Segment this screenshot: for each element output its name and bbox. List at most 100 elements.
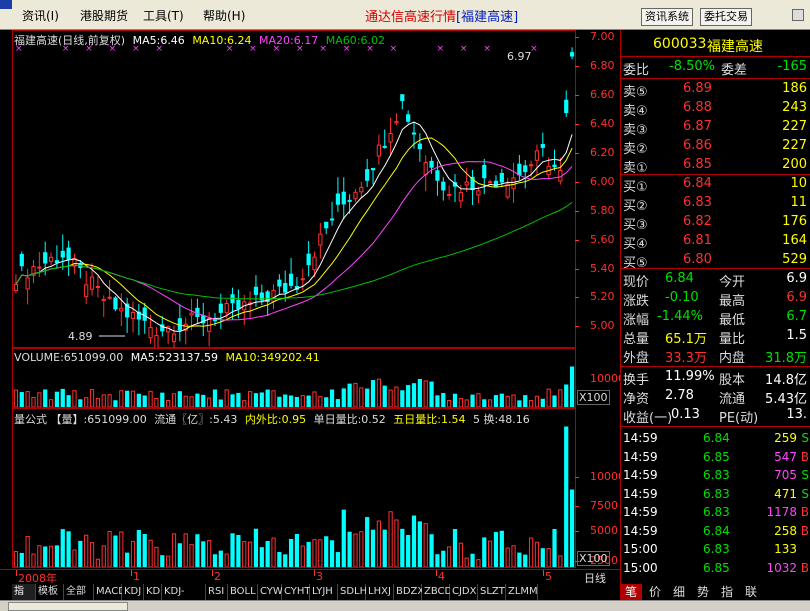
candle[interactable] [201, 302, 206, 337]
trade-row[interactable]: 15:00 6.83 133 [621, 541, 810, 559]
menu-tools[interactable]: 工具(T) [143, 7, 184, 24]
quote-tab[interactable]: 指 [716, 584, 738, 600]
sell-order-row[interactable]: 卖② 6.86 227 [621, 138, 810, 157]
candle[interactable] [195, 298, 200, 324]
scrollbar-thumb[interactable] [8, 602, 128, 611]
candle[interactable] [376, 134, 381, 165]
candle[interactable] [488, 179, 493, 184]
candle[interactable] [25, 268, 30, 305]
indicator-tab[interactable]: CYHT [282, 584, 311, 600]
candle[interactable] [464, 167, 469, 193]
candle[interactable] [552, 149, 557, 171]
quote-tab[interactable]: 联 [740, 584, 762, 600]
indicator-tab[interactable]: KDJ-TDX [162, 584, 206, 611]
buy-order-row[interactable]: 买① 6.84 10 [621, 176, 810, 195]
candle[interactable] [452, 174, 458, 203]
candle[interactable] [66, 240, 71, 277]
quote-tab[interactable]: 价 [644, 584, 666, 600]
indicator-tab[interactable]: CYW [258, 584, 283, 600]
quote-tab[interactable]: 势 [692, 584, 714, 600]
candle[interactable] [300, 268, 305, 291]
candle[interactable] [558, 157, 563, 185]
indicator-tab[interactable]: BDZX [394, 584, 424, 600]
candle[interactable] [48, 252, 54, 266]
candle[interactable] [37, 252, 42, 277]
indicator-tab[interactable]: 全部 [64, 584, 94, 600]
horizontal-scrollbar[interactable] [0, 600, 810, 611]
indicator-tab[interactable]: KDJ [122, 584, 144, 600]
candle[interactable] [265, 289, 270, 317]
candle[interactable] [400, 94, 405, 110]
indicator-tab[interactable]: LYJH [310, 584, 338, 600]
candle[interactable] [136, 303, 141, 336]
indicator-tab[interactable]: 模板 [36, 584, 64, 600]
buy-order-row[interactable]: 买④ 6.81 164 [621, 233, 810, 252]
indicator-tab[interactable]: ZLMM [506, 584, 538, 600]
candle[interactable] [359, 181, 364, 199]
candle[interactable] [113, 296, 118, 312]
candle[interactable] [101, 295, 106, 317]
indicator-tab[interactable]: SLZT [478, 584, 506, 600]
candle[interactable] [534, 144, 540, 175]
candle[interactable] [441, 177, 446, 201]
candle[interactable] [470, 169, 475, 206]
trade-row[interactable]: 14:59 6.83 471 S [621, 486, 810, 504]
candle[interactable] [365, 158, 370, 187]
candle[interactable] [353, 189, 358, 203]
sell-order-row[interactable]: 卖⑤ 6.89 186 [621, 81, 810, 100]
info-system-button[interactable]: 资讯系统 [641, 8, 693, 26]
candle[interactable] [60, 234, 65, 270]
candle[interactable] [324, 221, 329, 235]
candle[interactable] [154, 327, 159, 348]
indicator-tab[interactable]: 指标 [12, 584, 36, 611]
candle[interactable] [564, 90, 569, 117]
candle[interactable] [447, 185, 452, 200]
candle[interactable] [78, 260, 83, 279]
quote-tab[interactable]: 笔 [620, 584, 642, 600]
quote-tab[interactable]: 细 [668, 584, 690, 600]
indicator-tab[interactable]: BOLL [228, 584, 258, 600]
candle[interactable] [19, 251, 24, 271]
candle[interactable] [394, 113, 399, 126]
candle[interactable] [288, 257, 294, 289]
candle[interactable] [230, 287, 235, 320]
trade-row[interactable]: 14:59 6.84 259 S [621, 430, 810, 448]
indicator-tab[interactable]: KD [144, 584, 162, 600]
candle[interactable] [341, 177, 346, 220]
chart-area[interactable]: 福建高速(日线,前复权) MA5:6.46 MA10:6.24 MA20:6.1… [0, 30, 625, 597]
candle[interactable] [406, 110, 411, 124]
close-icon[interactable] [792, 9, 804, 21]
menu-info[interactable]: 资讯(I) [22, 7, 59, 24]
menu-hk-futures[interactable]: 港股期货 [80, 7, 128, 24]
candle[interactable] [318, 222, 323, 259]
candle[interactable] [84, 270, 89, 304]
candle[interactable] [177, 304, 182, 342]
candle[interactable] [31, 260, 36, 284]
trade-row[interactable]: 14:59 6.84 258 B [621, 523, 810, 541]
volume-chart[interactable] [13, 363, 575, 407]
sell-order-row[interactable]: 卖④ 6.88 243 [621, 100, 810, 119]
vr-chart[interactable] [13, 424, 575, 567]
candle[interactable] [218, 293, 223, 329]
candle[interactable] [482, 158, 487, 194]
indicator-tab[interactable]: ZBCD [422, 584, 452, 600]
candle[interactable] [125, 297, 130, 333]
menu-help[interactable]: 帮助(H) [203, 7, 245, 24]
buy-order-row[interactable]: 买③ 6.82 176 [621, 214, 810, 233]
candle[interactable] [388, 117, 393, 156]
candlestick-chart[interactable]: × × × × × × × × × × × × × × × × × × [13, 30, 575, 348]
indicator-tab[interactable]: RSI [206, 584, 228, 600]
candle[interactable] [505, 177, 510, 200]
candle[interactable] [142, 302, 147, 334]
candle[interactable] [306, 240, 311, 277]
candle[interactable] [294, 277, 300, 294]
trade-order-button[interactable]: 委托交易 [700, 8, 752, 26]
candle[interactable] [283, 270, 288, 302]
candle[interactable] [569, 47, 575, 60]
candle[interactable] [247, 291, 253, 320]
candle[interactable] [277, 274, 282, 296]
buy-order-row[interactable]: 买② 6.83 11 [621, 195, 810, 214]
candle[interactable] [335, 177, 341, 212]
candle[interactable] [242, 294, 247, 326]
candle[interactable] [382, 129, 387, 149]
